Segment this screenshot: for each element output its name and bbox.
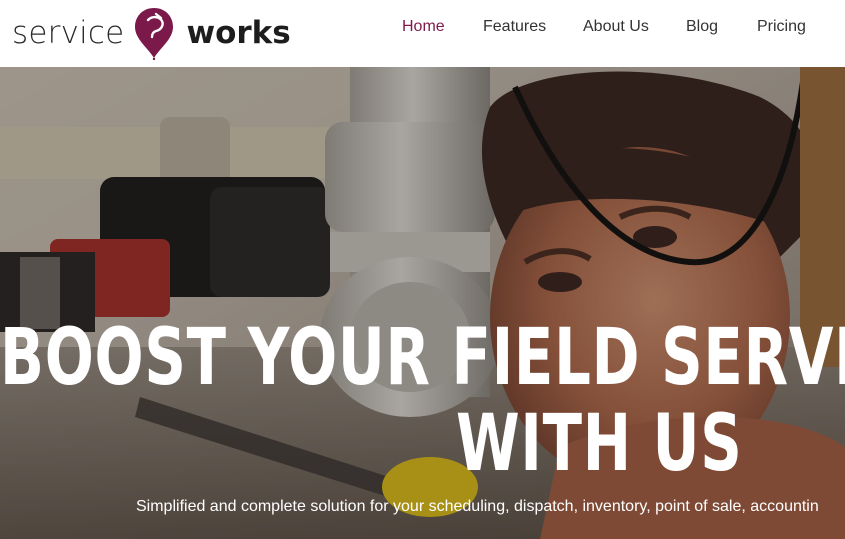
- site-header: service works Home Features About Us Blo…: [0, 0, 845, 67]
- nav-item-blog[interactable]: Blog: [686, 18, 718, 36]
- nav-item-features[interactable]: Features: [483, 18, 546, 36]
- hero-title-line-2: WITH US: [456, 399, 743, 489]
- nav-item-home[interactable]: Home: [402, 18, 445, 36]
- nav-item-about-us[interactable]: About Us: [583, 18, 649, 36]
- main-nav: Home Features About Us Blog Pricing: [0, 0, 845, 57]
- hero-section: BOOST YOUR FIELD SERVICE O WITH US Simpl…: [0, 67, 845, 539]
- hero-subtitle: Simplified and complete solution for you…: [136, 498, 819, 515]
- hero-title-line-1: BOOST YOUR FIELD SERVICE O: [0, 313, 845, 403]
- nav-item-pricing[interactable]: Pricing: [757, 18, 806, 36]
- page: service works Home Features About Us Blo…: [0, 0, 845, 539]
